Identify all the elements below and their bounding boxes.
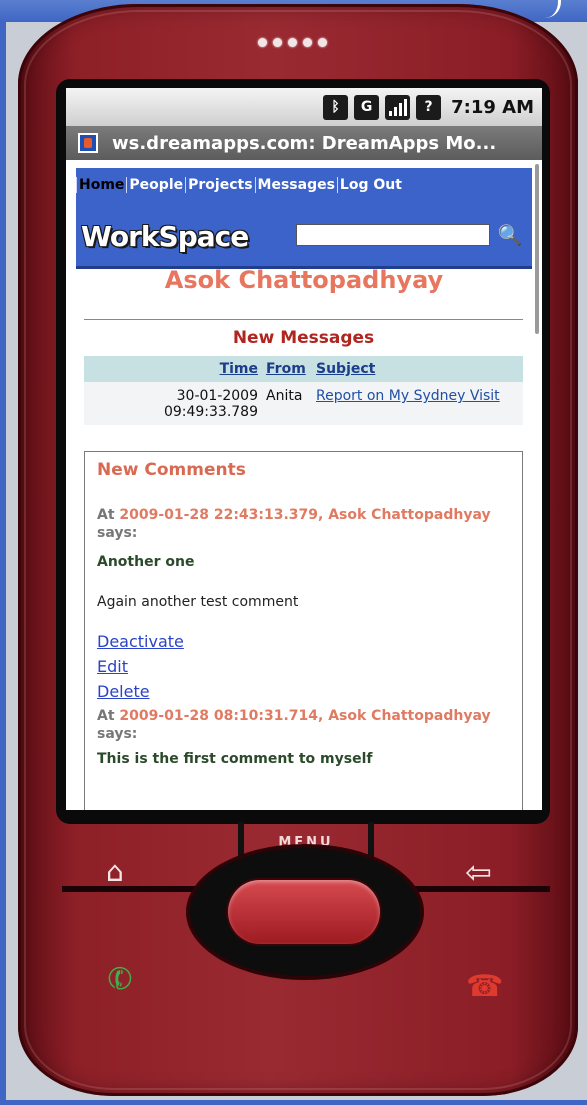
nav-messages-link[interactable]: Messages <box>254 177 337 193</box>
delete-link[interactable]: Delete <box>97 682 510 701</box>
speaker-dot <box>303 38 312 47</box>
message-date: 30-01-2009 <box>176 388 258 404</box>
signal-icon <box>385 94 411 120</box>
column-header-time[interactable]: Time <box>84 356 262 382</box>
edit-link[interactable]: Edit <box>97 657 510 676</box>
nav-home-link[interactable]: Home <box>76 177 126 193</box>
home-icon[interactable]: ⌂ <box>106 857 124 887</box>
comment-body: Again another test comment <box>97 594 299 610</box>
speaker-grille <box>258 38 358 50</box>
nav-people-link[interactable]: People <box>126 177 185 193</box>
comment-prefix: At <box>97 708 115 724</box>
workspace-logo[interactable]: WorkSpace <box>81 220 249 253</box>
workspace-header: Home People Projects Messages Log Out Wo… <box>76 168 532 269</box>
nav-projects-link[interactable]: Projects <box>185 177 254 193</box>
comment-meta: At 2009-01-28 22:43:13.379, Asok Chattop… <box>97 506 510 542</box>
comment-actions: Deactivate Edit Delete <box>97 632 510 701</box>
new-comments-panel: New Comments At 2009-01-28 22:43:13.379,… <box>84 451 523 810</box>
help-icon: ? <box>416 94 442 120</box>
trackball-button[interactable] <box>228 880 380 944</box>
status-time: 7:19 AM <box>451 96 534 118</box>
deactivate-link[interactable]: Deactivate <box>97 632 510 651</box>
browser-title-bar[interactable]: ws.dreamapps.com: DreamApps Mo... <box>66 126 542 160</box>
message-time-cell: 30-01-2009 09:49:33.789 <box>84 382 262 425</box>
speaker-dot <box>318 38 327 47</box>
column-header-from[interactable]: From <box>262 356 312 382</box>
table-row: 30-01-2009 09:49:33.789 Anita Report on … <box>84 382 523 425</box>
phone-screen: ᛒ G ? 7:19 AM ws.dreamapps.com: DreamApp… <box>66 88 542 810</box>
bluetooth-icon: ᛒ <box>323 94 349 120</box>
comment-heading: Another one <box>97 554 195 570</box>
window-edge-mark <box>540 0 561 18</box>
profile-name: Asok Chattopadhyay <box>164 266 444 294</box>
messages-table: Time From Subject 30-01-2009 09:49:33.78… <box>84 356 523 425</box>
speaker-dot <box>288 38 297 47</box>
web-page: Home People Projects Messages Log Out Wo… <box>66 160 542 810</box>
end-call-icon[interactable]: ☎ <box>466 972 503 1002</box>
comment-says: says: <box>97 525 138 541</box>
search-input[interactable] <box>296 224 490 246</box>
speaker-dot <box>258 38 267 47</box>
favicon-icon <box>78 133 98 153</box>
scrollbar[interactable] <box>535 164 539 334</box>
comment-heading: This is the first comment to myself <box>97 751 373 767</box>
new-comments-title: New Comments <box>97 460 246 480</box>
message-subject-cell: Report on My Sydney Visit <box>312 382 523 425</box>
desktop-left-strip <box>0 22 6 1105</box>
message-from-cell: Anita <box>262 382 312 425</box>
comment-timestamp-author: 2009-01-28 22:43:13.379, Asok Chattopadh… <box>119 507 491 523</box>
message-clock: 09:49:33.789 <box>163 404 258 420</box>
network-icon: G <box>354 94 380 120</box>
control-divider-left <box>62 886 214 892</box>
table-header-row: Time From Subject <box>84 356 523 382</box>
comment-prefix: At <box>97 507 115 523</box>
desktop-bottom-strip <box>0 1100 587 1105</box>
column-header-subject[interactable]: Subject <box>312 356 523 382</box>
comment-timestamp-author: 2009-01-28 08:10:31.714, Asok Chattopadh… <box>119 708 491 724</box>
main-nav: Home People Projects Messages Log Out <box>76 177 404 193</box>
page-title: ws.dreamapps.com: DreamApps Mo... <box>112 132 497 154</box>
speaker-dot <box>273 38 282 47</box>
message-subject-link[interactable]: Report on My Sydney Visit <box>316 388 500 404</box>
new-messages-panel: New Messages Time From Subject 30-01-200… <box>84 319 523 425</box>
comment-says: says: <box>97 726 138 742</box>
status-bar: ᛒ G ? 7:19 AM <box>66 88 542 126</box>
comment-meta: At 2009-01-28 08:10:31.714, Asok Chattop… <box>97 707 510 743</box>
new-messages-title: New Messages <box>84 320 523 356</box>
search-icon[interactable]: 🔍 <box>495 221 525 249</box>
nav-logout-link[interactable]: Log Out <box>336 177 404 193</box>
back-icon[interactable]: ⇦ <box>465 856 492 888</box>
